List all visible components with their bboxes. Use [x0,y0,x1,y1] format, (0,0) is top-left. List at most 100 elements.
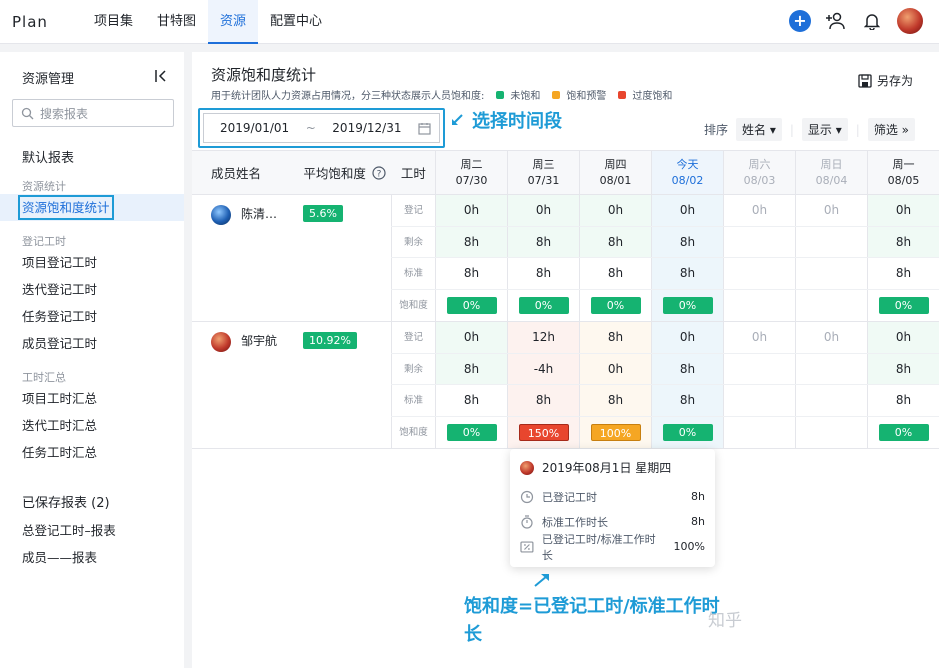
app-logo[interactable]: Plan [0,13,82,31]
calendar-icon[interactable] [418,122,431,135]
member-info[interactable]: 邹宇航 [192,322,303,448]
hours-cell[interactable]: 0h [651,322,723,353]
hours-cell[interactable]: 8h [867,385,939,416]
hours-cell[interactable]: 8h [579,385,651,416]
hours-cell[interactable]: 0h [867,322,939,353]
member-info[interactable]: 陈清… [192,195,303,321]
saturation-badge: 150% [518,423,569,441]
help-icon[interactable]: ? [372,165,386,180]
hours-cell[interactable] [795,385,867,416]
hours-cell[interactable]: 8h [867,353,939,384]
nav-item-config[interactable]: 配置中心 [258,0,334,44]
hours-cell[interactable]: 0h [435,195,507,226]
hours-cell[interactable]: 0% [651,416,723,448]
hours-cell[interactable]: 8h [435,226,507,257]
hours-cell[interactable]: 8h [507,226,579,257]
hours-cell[interactable] [723,385,795,416]
add-user-icon[interactable] [825,10,847,32]
sidebar-item-iteration-summary[interactable]: 迭代工时汇总 [0,412,184,439]
save-as-button[interactable]: 另存为 [858,72,913,89]
hours-cell[interactable] [795,416,867,448]
sort-select[interactable]: 姓名 ▾ [736,118,782,141]
hours-cell[interactable]: 0h [435,322,507,353]
hours-cell[interactable]: 150% [507,416,579,448]
hours-cell[interactable]: 8h [507,385,579,416]
hours-cell[interactable]: 0h [507,195,579,226]
hours-cell[interactable]: 0% [435,416,507,448]
hours-row: 标准 8h 8h 8h 8h 8h [391,385,939,417]
hours-cell[interactable] [723,353,795,384]
sidebar-item-resource-saturation[interactable]: 资源饱和度统计 [0,194,184,221]
hours-cell[interactable]: 0% [867,416,939,448]
collapse-icon[interactable] [154,69,168,87]
hours-cell[interactable]: 8h [651,258,723,289]
hours-cell[interactable]: 8h [579,258,651,289]
hours-cell[interactable] [795,353,867,384]
nav-item-gantt[interactable]: 甘特图 [145,0,208,44]
hours-cell[interactable]: 0% [435,289,507,321]
nav-item-resources[interactable]: 资源 [208,0,259,44]
hours-cell[interactable]: 8h [435,353,507,384]
hours-cell[interactable]: 100% [579,416,651,448]
hours-cell[interactable]: 8h [507,258,579,289]
percent-icon [520,540,534,553]
sidebar-item-member-registered[interactable]: 成员登记工时 [0,330,184,357]
date-start[interactable]: 2019/01/01 [220,121,289,135]
sidebar-group-hours-summary: 工时汇总 [22,371,66,384]
hours-cell[interactable] [723,226,795,257]
save-icon [858,73,872,88]
hours-cell[interactable]: 0h [579,195,651,226]
sidebar-item-project-registered[interactable]: 项目登记工时 [0,249,184,276]
member-row: 陈清… 5.6% 登记 0h 0h 0h 0h 0h 0h 0h 剩余 8h 8h 8h 8h 8h 标准 8h 8… [192,195,939,322]
hours-cell[interactable]: 8h [579,322,651,353]
display-button[interactable]: 显示 ▾ [801,118,848,141]
hours-cell[interactable] [795,289,867,321]
hours-cell[interactable]: 0h [579,353,651,384]
hours-cell[interactable] [723,416,795,448]
hours-cell[interactable]: 8h [435,258,507,289]
hours-cell[interactable]: 8h [651,353,723,384]
hours-cell[interactable]: 0% [651,289,723,321]
hours-cell[interactable]: 0% [867,289,939,321]
hours-cell[interactable]: 0h [723,322,795,353]
saved-report-item[interactable]: 成员——报表 [0,544,184,571]
hours-cell[interactable]: 0% [579,289,651,321]
hours-cell[interactable]: 0h [723,195,795,226]
date-end[interactable]: 2019/12/31 [332,121,401,135]
sidebar-item-project-summary[interactable]: 项目工时汇总 [0,385,184,412]
sidebar-item-task-registered[interactable]: 任务登记工时 [0,303,184,330]
hours-cell[interactable]: 0h [867,195,939,226]
watermark: 知乎 [708,611,742,631]
hours-cell[interactable]: 8h [579,226,651,257]
avg-saturation-badge: 5.6% [302,205,343,222]
hours-cell[interactable] [795,226,867,257]
user-avatar[interactable] [897,8,923,34]
hours-cell[interactable]: 8h [435,385,507,416]
hours-value: 0h [607,361,624,376]
hours-cell[interactable]: 8h [867,226,939,257]
report-search-input[interactable]: 搜索报表 [12,99,174,127]
saved-report-item[interactable]: 总登记工时–报表 [0,517,184,544]
hours-cell[interactable]: 0h [651,195,723,226]
filter-button[interactable]: 筛选 » [867,118,915,141]
bell-icon[interactable] [861,10,883,32]
hours-cell[interactable]: 8h [651,226,723,257]
hours-cell[interactable] [795,258,867,289]
hours-cell[interactable]: 8h [867,258,939,289]
day-of-week: 周六 [748,157,771,171]
sidebar-item-iteration-registered[interactable]: 迭代登记工时 [0,276,184,303]
hours-cell[interactable] [723,289,795,321]
sidebar-item-task-summary[interactable]: 任务工时汇总 [0,439,184,466]
hours-cell[interactable] [723,258,795,289]
nav-item-program[interactable]: 项目集 [82,0,145,44]
hours-cell[interactable]: 0h [795,322,867,353]
hours-cell[interactable]: 0% [507,289,579,321]
date-range-picker[interactable]: 2019/01/01 ~ 2019/12/31 [198,108,445,148]
hours-cell[interactable]: 8h [651,385,723,416]
legend-swatch-warning [552,90,561,99]
hours-cell[interactable]: 12h [507,322,579,353]
plus-icon[interactable]: + [789,10,811,32]
hours-cell[interactable]: -4h [507,353,579,384]
hours-cell[interactable]: 0h [795,195,867,226]
member-name: 陈清… [241,207,278,221]
